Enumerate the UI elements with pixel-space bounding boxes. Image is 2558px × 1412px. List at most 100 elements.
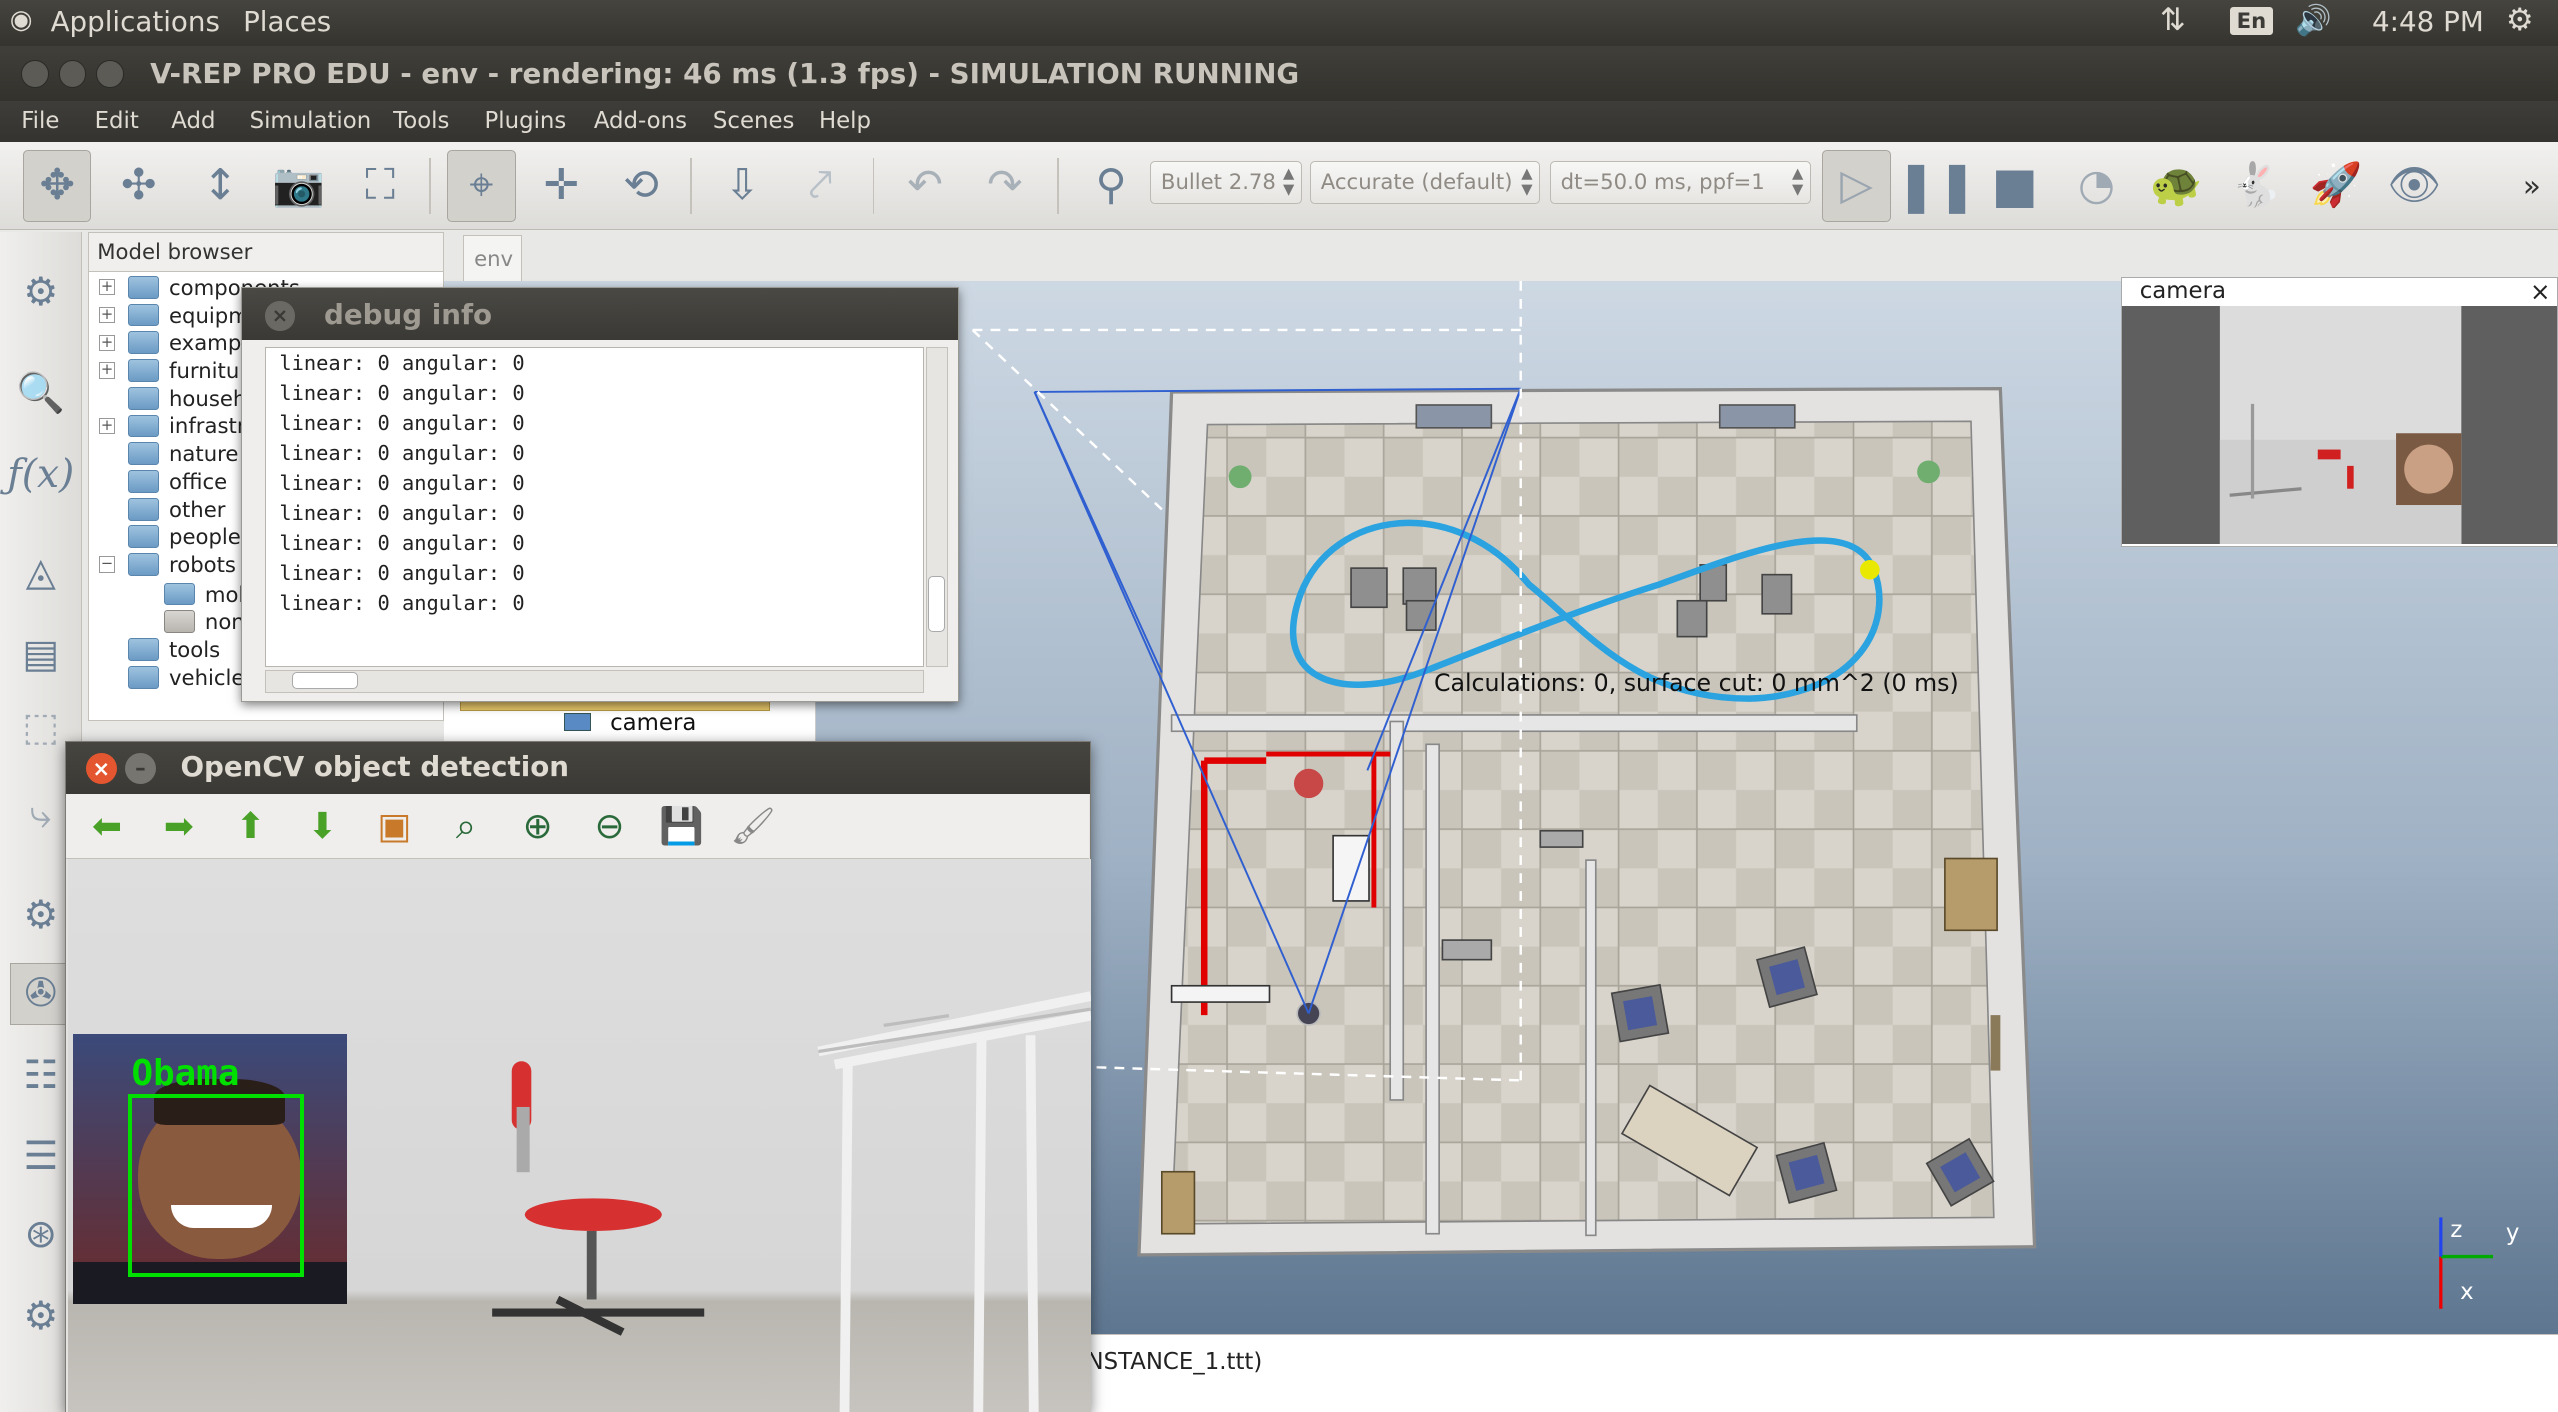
folder-icon: [128, 359, 160, 382]
zoom-original-icon[interactable]: ▣: [371, 807, 417, 849]
expander-icon[interactable]: −: [98, 556, 116, 573]
horizontal-scrollbar[interactable]: [265, 669, 925, 693]
debug-line: linear: 0 angular: 0: [279, 590, 525, 615]
model-browser-item-label: people: [169, 524, 241, 550]
camera-view-panel[interactable]: camera ×: [2120, 277, 2558, 547]
object-shift-icon[interactable]: ✛: [527, 150, 596, 222]
threaded-rendering-icon[interactable]: 🚀: [2302, 150, 2371, 222]
volume-icon[interactable]: 🔊: [2295, 3, 2332, 38]
undo-icon[interactable]: ↶: [891, 150, 960, 222]
close-icon[interactable]: ×: [2530, 278, 2551, 306]
realtime-icon[interactable]: ◔: [2062, 150, 2131, 222]
camera-pan-icon[interactable]: ✥: [22, 150, 92, 222]
menu-add-ons[interactable]: Add-ons: [594, 108, 687, 134]
hierarchy-item-camera[interactable]: camera: [610, 710, 696, 736]
model-browser-item[interactable]: people: [99, 523, 241, 551]
stop-simulation-icon[interactable]: ■: [1981, 150, 2050, 222]
search-icon[interactable]: 🔍: [10, 362, 72, 424]
toolbar-overflow-button[interactable]: »: [2512, 150, 2551, 222]
model-browser-item[interactable]: vehicles: [99, 663, 256, 691]
pan-right-icon[interactable]: ➡: [156, 807, 202, 849]
minimize-window-button[interactable]: [58, 60, 87, 89]
dynamics-toggle-icon[interactable]: ⚲: [1077, 150, 1146, 222]
close-icon[interactable]: ×: [265, 301, 295, 331]
expander-icon[interactable]: +: [98, 362, 116, 379]
pan-down-icon[interactable]: ⬇: [300, 807, 346, 849]
assemble-icon[interactable]: ⇩: [708, 150, 777, 222]
debug-line: linear: 0 angular: 0: [279, 380, 525, 405]
click-select-icon[interactable]: ⌖: [447, 150, 516, 222]
model-browser-item[interactable]: + furniture: [98, 357, 261, 385]
camera-rotate-icon[interactable]: ✣: [104, 150, 173, 222]
model-browser-item[interactable]: − robots: [98, 551, 236, 579]
menu-simulation[interactable]: Simulation: [250, 108, 372, 134]
properties-icon[interactable]: 🖌: [730, 807, 776, 849]
expander-icon[interactable]: +: [98, 417, 116, 435]
expander-icon[interactable]: +: [98, 306, 116, 324]
path-edit-icon[interactable]: ⤷: [10, 783, 72, 845]
ubuntu-logo-icon[interactable]: ◉: [10, 5, 33, 35]
menu-help[interactable]: Help: [819, 108, 871, 134]
minimize-icon[interactable]: –: [124, 753, 156, 785]
folder-icon: [128, 414, 160, 438]
pan-up-icon[interactable]: ⬆: [228, 807, 274, 849]
menu-scenes[interactable]: Scenes: [713, 108, 795, 134]
opencv-window[interactable]: × – OpenCV object detection ⬅ ➡ ⬆ ⬇ ▣ ⌕ …: [65, 740, 1092, 1412]
close-window-button[interactable]: [21, 60, 49, 89]
simulation-settings-icon[interactable]: ⚙: [10, 261, 72, 323]
layers-icon[interactable]: ☰: [10, 1126, 72, 1188]
axis-label-z: z: [2450, 1217, 2463, 1244]
save-icon[interactable]: 💾: [658, 807, 704, 849]
model-browser-item[interactable]: other: [99, 495, 225, 523]
model-browser-toggle-icon[interactable]: ✇: [9, 962, 72, 1025]
camera-angle-icon[interactable]: 📷: [264, 150, 333, 222]
pan-left-icon[interactable]: ⬅: [84, 807, 130, 849]
expander-icon[interactable]: +: [98, 279, 116, 296]
menu-edit[interactable]: Edit: [95, 108, 139, 134]
places-menu[interactable]: Places: [243, 5, 331, 38]
pause-simulation-icon[interactable]: ❚❚: [1895, 150, 1977, 222]
camera-shift-icon[interactable]: ↕: [186, 150, 255, 222]
video-recorder-icon[interactable]: ⊛: [10, 1204, 72, 1266]
menu-plugins[interactable]: Plugins: [485, 108, 567, 134]
expander-icon[interactable]: +: [98, 334, 116, 351]
close-icon[interactable]: ×: [85, 753, 117, 785]
menu-tools[interactable]: Tools: [393, 108, 449, 134]
object-properties-icon[interactable]: ⬚: [10, 697, 72, 759]
model-browser-item[interactable]: tools: [99, 636, 220, 664]
tab-env[interactable]: env: [463, 234, 523, 281]
scene-hierarchy-icon[interactable]: ☷: [10, 1044, 72, 1106]
vertical-scrollbar[interactable]: [925, 346, 949, 667]
settings-gear-icon[interactable]: ⚙: [2506, 2, 2534, 38]
maximize-window-button[interactable]: [96, 60, 124, 89]
redo-icon[interactable]: ↷: [971, 150, 1040, 222]
model-browser-item[interactable]: nature: [99, 440, 238, 468]
speed-up-icon[interactable]: 🐇: [2222, 150, 2291, 222]
clock[interactable]: 4:48 PM: [2372, 5, 2484, 38]
physics-engine-select[interactable]: Bullet 2.78 ▲ ▼: [1150, 161, 1302, 204]
object-rotate-icon[interactable]: ⟲: [607, 150, 676, 222]
zoom-fit-icon[interactable]: ⌕: [443, 807, 489, 849]
collection-icon[interactable]: ⚙: [10, 884, 72, 946]
folder-icon: [128, 442, 160, 466]
start-simulation-icon[interactable]: ▷: [1822, 150, 1891, 222]
zoom-in-icon[interactable]: ⊕: [515, 807, 561, 849]
keyboard-layout-indicator[interactable]: En: [2230, 6, 2273, 35]
user-settings-icon[interactable]: ⚙: [10, 1286, 72, 1348]
calculation-modules-icon[interactable]: ƒ(x): [7, 444, 74, 506]
menu-add[interactable]: Add: [171, 108, 215, 134]
script-icon[interactable]: ▤: [10, 623, 72, 685]
fit-to-view-icon[interactable]: ⛶: [346, 150, 415, 222]
model-browser-item[interactable]: office: [99, 468, 227, 496]
slow-down-icon[interactable]: 🐢: [2142, 150, 2211, 222]
applications-menu[interactable]: Applications: [51, 5, 220, 38]
menu-file[interactable]: File: [21, 108, 59, 134]
debug-info-window[interactable]: × debug info linear: 0 angular: 0 linear:…: [241, 287, 960, 702]
timestep-select[interactable]: dt=50.0 ms, ppf=1 ▲ ▼: [1549, 161, 1811, 204]
visualization-toggle-icon[interactable]: 👁: [2380, 150, 2449, 222]
zoom-out-icon[interactable]: ⊖: [587, 807, 633, 849]
shape-edit-icon[interactable]: ◬: [10, 542, 72, 604]
accuracy-select[interactable]: Accurate (default) ▲ ▼: [1310, 161, 1541, 204]
network-icon[interactable]: ⇅: [2160, 2, 2186, 38]
transfer-dna-icon[interactable]: ⤤: [786, 150, 855, 222]
